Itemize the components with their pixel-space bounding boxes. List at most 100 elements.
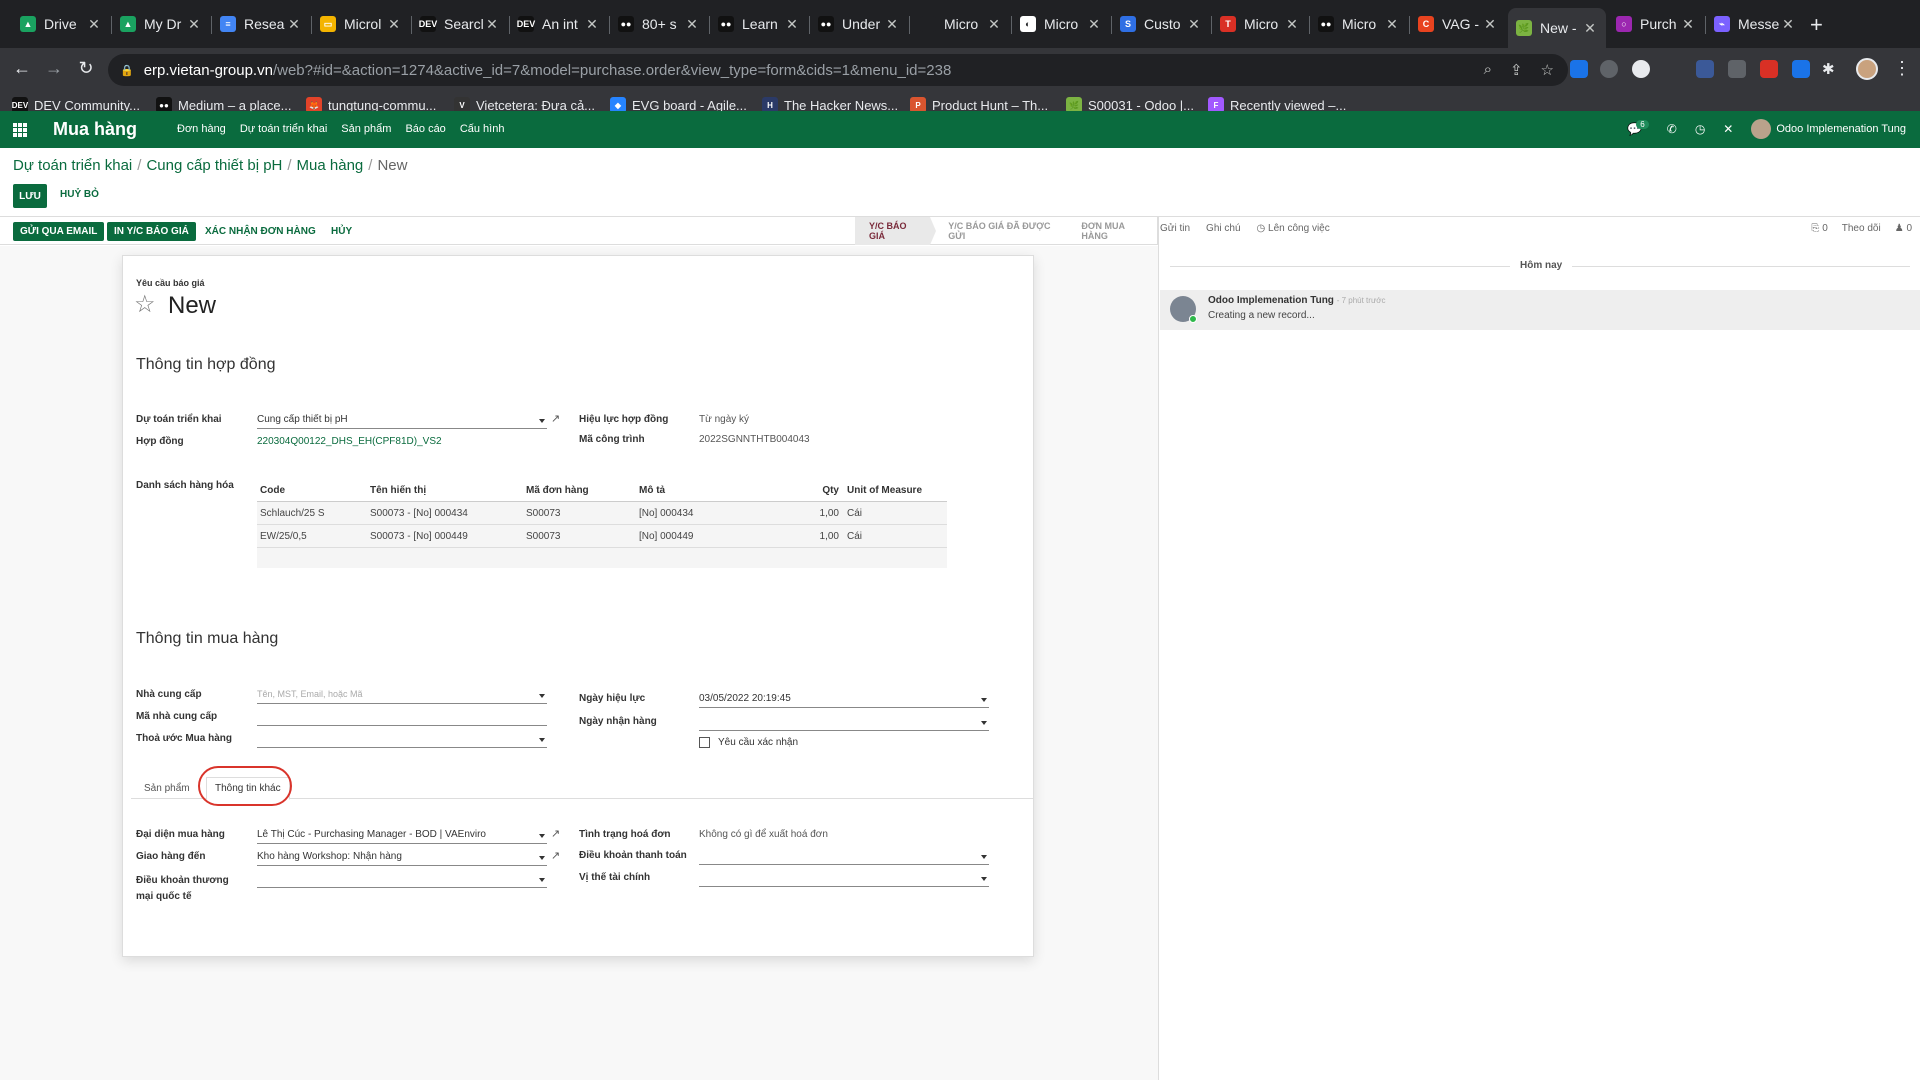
facebook-extension-icon[interactable]	[1696, 60, 1714, 78]
tab-products[interactable]: Sản phẩm	[136, 777, 198, 800]
browser-tab[interactable]: C VAG - ✕	[1410, 8, 1506, 40]
forward-arrow-icon[interactable]: →	[42, 58, 66, 79]
require-confirm-checkbox[interactable]: Yêu cầu xác nhận	[699, 737, 798, 748]
tab-close-icon[interactable]: ✕	[1186, 16, 1202, 33]
react-extension-icon[interactable]	[1600, 60, 1618, 78]
table-row[interactable]: Schlauch/25 S S00073 - [No] 000434 S0007…	[257, 502, 947, 525]
profile-avatar[interactable]	[1856, 58, 1878, 80]
fiscal-position-field[interactable]	[699, 871, 989, 887]
tab-close-icon[interactable]: ✕	[1582, 20, 1598, 37]
send-message-button[interactable]: Gửi tin	[1160, 223, 1190, 234]
tab-close-icon[interactable]: ✕	[1780, 16, 1796, 33]
address-bar[interactable]: 🔒 erp.vietan-group.vn/web?#id=&action=12…	[108, 54, 1568, 86]
discard-button[interactable]: HUỶ BỎ	[60, 189, 99, 200]
apps-menu-icon[interactable]	[13, 123, 27, 137]
translate-extension-icon[interactable]	[1570, 60, 1588, 78]
tab-close-icon[interactable]: ✕	[286, 16, 302, 33]
browser-tab[interactable]: ▲ Drive ✕	[12, 8, 110, 40]
browser-tab[interactable]: DEV Searcl ✕	[412, 8, 508, 40]
theme-extension-icon[interactable]	[1632, 60, 1650, 78]
follow-button[interactable]: Theo dõi	[1842, 223, 1881, 234]
date-effective-field[interactable]: 03/05/2022 20:19:45	[699, 692, 989, 708]
stage-purchase-order[interactable]: ĐƠN MUA HÀNG	[1067, 217, 1158, 245]
col-display-name[interactable]: Tên hiển thị	[367, 485, 523, 496]
url-text[interactable]: erp.vietan-group.vn/web?#id=&action=1274…	[144, 62, 952, 79]
followers-button[interactable]: ♟ 0	[1895, 223, 1912, 234]
browser-tab[interactable]: ◐ Micro ✕	[1012, 8, 1110, 40]
printer-extension-icon[interactable]	[1728, 60, 1746, 78]
tab-close-icon[interactable]: ✕	[684, 16, 700, 33]
vendor-code-field[interactable]	[257, 710, 547, 726]
breadcrumb-item-project[interactable]: Cung cấp thiết bị pH	[146, 157, 282, 174]
cancel-order-button[interactable]: HỦY	[324, 222, 359, 241]
grid-extension-icon[interactable]	[1760, 60, 1778, 78]
col-qty[interactable]: Qty	[796, 485, 844, 496]
agreement-field[interactable]	[257, 732, 547, 748]
messages-icon[interactable]: 💬6	[1627, 120, 1649, 136]
tab-close-icon[interactable]: ✕	[86, 16, 102, 33]
external-link-icon[interactable]: ↗	[551, 827, 560, 840]
col-uom[interactable]: Unit of Measure	[844, 485, 944, 496]
tab-close-icon[interactable]: ✕	[186, 16, 202, 33]
browser-tab[interactable]: ●● Under ✕	[810, 8, 908, 40]
browser-tab[interactable]: ●● Micro ✕	[1310, 8, 1408, 40]
vendor-field[interactable]: Tên, MST, Email, hoặc Mã	[257, 688, 547, 704]
tab-close-icon[interactable]: ✕	[386, 16, 402, 33]
zoom-icon[interactable]: ⌕	[1484, 61, 1492, 79]
reload-icon[interactable]: ↻	[74, 58, 98, 79]
tab-close-icon[interactable]: ✕	[1680, 16, 1696, 33]
browser-tab[interactable]: ●● 80+ s ✕	[610, 8, 708, 40]
activity-clock-icon[interactable]: ◷	[1695, 122, 1705, 136]
bookmark-star-icon[interactable]: ☆	[1541, 61, 1554, 79]
extensions-puzzle-icon[interactable]: ✱	[1822, 60, 1840, 78]
browser-tab[interactable]: DEV An int ✕	[510, 8, 608, 40]
debug-close-icon[interactable]: ✕	[1723, 122, 1733, 136]
table-row[interactable]: EW/25/0,5 S00073 - [No] 000449 S00073 [N…	[257, 525, 947, 548]
user-menu[interactable]: Odoo Implemenation Tung	[1751, 119, 1906, 139]
hop-dong-link[interactable]: 220304Q00122_DHS_EH(CPF81D)_VS2	[257, 436, 442, 447]
browser-tab[interactable]: ≡ Resea ✕	[212, 8, 310, 40]
browser-menu-icon[interactable]: ⋮	[1893, 58, 1911, 79]
browser-tab[interactable]: Micro ✕	[912, 8, 1010, 40]
phone-icon[interactable]: ✆	[1667, 122, 1677, 136]
browser-tab[interactable]: ▲ My Dr ✕	[112, 8, 210, 40]
browser-tab[interactable]: ●● Learn ✕	[710, 8, 808, 40]
new-extension-icon[interactable]	[1792, 60, 1810, 78]
deliver-to-field[interactable]: Kho hàng Workshop: Nhận hàng	[257, 850, 547, 866]
menu-item-orders[interactable]: Đơn hàng	[177, 123, 226, 135]
browser-tab[interactable]: ⌁ Messe ✕	[1706, 8, 1804, 40]
tab-close-icon[interactable]: ✕	[1482, 16, 1498, 33]
date-receive-field[interactable]	[699, 715, 989, 731]
stage-rfq-sent[interactable]: Y/C BÁO GIÁ ĐÃ ĐƯỢC GỬI	[930, 217, 1067, 245]
author-avatar[interactable]	[1170, 296, 1197, 323]
tab-close-icon[interactable]: ✕	[1086, 16, 1102, 33]
new-tab-plus-icon[interactable]: +	[1810, 12, 1823, 38]
menu-item-config[interactable]: Cấu hình	[460, 123, 505, 135]
breadcrumb-item-purchase[interactable]: Mua hàng	[297, 157, 364, 174]
share-icon[interactable]: ⇪	[1510, 61, 1523, 79]
menu-item-estimates[interactable]: Dự toán triển khai	[240, 123, 327, 135]
browser-tab[interactable]: ○ Purch ✕	[1608, 8, 1704, 40]
browser-tab[interactable]: T Micro ✕	[1212, 8, 1308, 40]
tab-close-icon[interactable]: ✕	[884, 16, 900, 33]
tab-close-icon[interactable]: ✕	[1284, 16, 1300, 33]
col-description[interactable]: Mô tả	[636, 485, 796, 496]
send-email-button[interactable]: GỬI QUA EMAIL	[13, 222, 105, 241]
tab-close-icon[interactable]: ✕	[986, 16, 1002, 33]
col-order-code[interactable]: Mã đơn hàng	[523, 485, 636, 496]
priority-star-icon[interactable]: ☆	[134, 290, 156, 319]
menu-item-reports[interactable]: Báo cáo	[405, 123, 445, 135]
stage-rfq[interactable]: Y/C BÁO GIÁ	[855, 217, 937, 245]
breadcrumb-item-estimates[interactable]: Dự toán triển khai	[13, 157, 132, 174]
app-brand[interactable]: Mua hàng	[53, 119, 137, 140]
schedule-activity-button[interactable]: ◷ Lên công việc	[1257, 223, 1330, 234]
du-toan-field[interactable]: Cung cấp thiết bị pH	[257, 413, 547, 429]
browser-tab[interactable]: ▭ Microl ✕	[312, 8, 410, 40]
col-code[interactable]: Code	[257, 485, 367, 496]
confirm-order-button[interactable]: XÁC NHẬN ĐƠN HÀNG	[198, 222, 323, 241]
print-rfq-button[interactable]: IN Y/C BÁO GIÁ	[107, 222, 196, 241]
external-link-icon[interactable]: ↗	[551, 412, 560, 425]
save-button[interactable]: LƯU	[13, 184, 47, 208]
browser-tab[interactable]: S Custo ✕	[1112, 8, 1210, 40]
tab-close-icon[interactable]: ✕	[1384, 16, 1400, 33]
